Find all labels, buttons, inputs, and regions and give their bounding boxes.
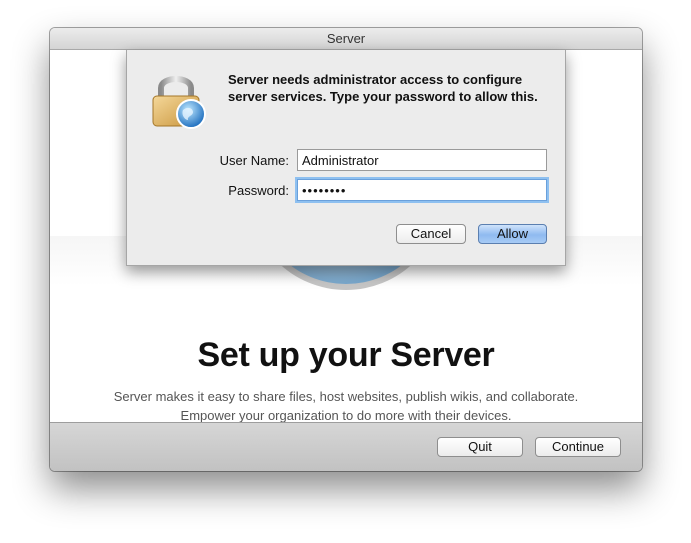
auth-sheet: Server needs administrator access to con… xyxy=(126,50,566,266)
page-title: Set up your Server xyxy=(197,336,495,374)
window-titlebar[interactable]: Server xyxy=(50,28,642,50)
page-description: Server makes it easy to share files, hos… xyxy=(50,387,642,422)
cancel-button[interactable]: Cancel xyxy=(396,224,466,244)
quit-button[interactable]: Quit xyxy=(437,437,523,457)
user-name-label: User Name: xyxy=(219,153,289,168)
lock-icon xyxy=(147,68,211,132)
screen: Server Set up your Server Server makes i… xyxy=(0,0,691,543)
window-footer: Quit Continue xyxy=(50,422,642,471)
user-name-field[interactable] xyxy=(297,149,547,171)
allow-button[interactable]: Allow xyxy=(478,224,547,244)
description-line-1: Server makes it easy to share files, hos… xyxy=(113,389,579,404)
password-field[interactable] xyxy=(297,179,547,201)
window-title: Server xyxy=(326,31,366,46)
continue-button[interactable]: Continue xyxy=(535,437,621,457)
password-label: Password: xyxy=(228,183,289,198)
description-line-2: Empower your organization to do more wit… xyxy=(180,408,512,422)
auth-message: Server needs administrator access to con… xyxy=(228,72,538,104)
